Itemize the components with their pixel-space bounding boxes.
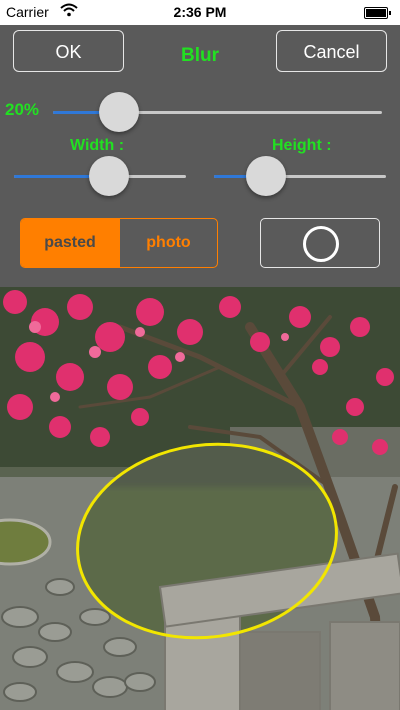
blur-slider-thumb[interactable] xyxy=(99,92,139,132)
source-segmented-control: pasted photo xyxy=(20,218,218,268)
blur-slider[interactable] xyxy=(53,92,382,132)
ok-button[interactable]: OK xyxy=(13,30,124,72)
width-slider[interactable] xyxy=(14,156,186,196)
shape-button[interactable] xyxy=(260,218,380,268)
height-slider-thumb[interactable] xyxy=(246,156,286,196)
segment-photo[interactable]: photo xyxy=(119,219,217,267)
width-slider-thumb[interactable] xyxy=(89,156,129,196)
photo-canvas[interactable] xyxy=(0,287,400,710)
status-bar: Carrier 2:36 PM xyxy=(0,0,400,25)
battery-icon xyxy=(364,7,391,19)
blur-control-panel: OK Blur Cancel 20% Width : Height : past… xyxy=(0,25,400,287)
height-label: Height : xyxy=(272,137,332,154)
tool-title: Blur xyxy=(181,45,219,66)
photo-image xyxy=(0,287,400,710)
height-slider[interactable] xyxy=(214,156,386,196)
segment-pasted[interactable]: pasted xyxy=(21,219,119,267)
circle-icon xyxy=(303,226,339,262)
cancel-button[interactable]: Cancel xyxy=(276,30,387,72)
blur-percent-label: 20% xyxy=(5,100,40,119)
width-label: Width : xyxy=(70,137,125,154)
clock-time: 2:36 PM xyxy=(173,4,227,20)
